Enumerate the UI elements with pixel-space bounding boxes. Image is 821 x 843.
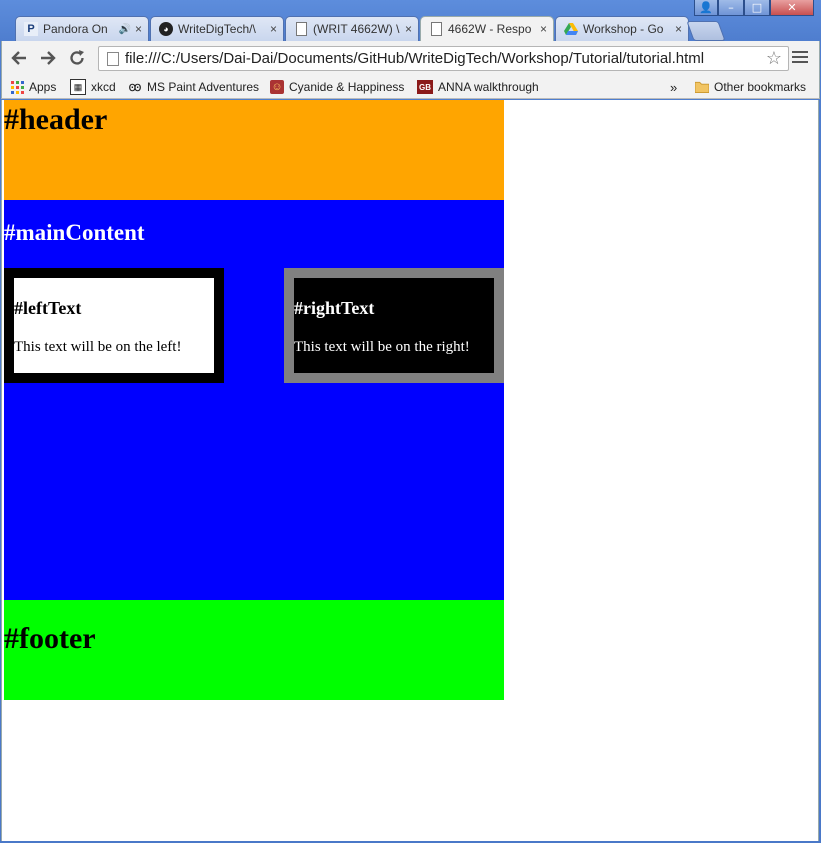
- other-bookmarks-folder[interactable]: Other bookmarks: [695, 78, 806, 96]
- maximize-button[interactable]: □: [744, 0, 770, 16]
- page-icon: [107, 51, 119, 66]
- bookmark-label: MS Paint Adventures: [147, 80, 260, 94]
- tab-workshop-drive[interactable]: Workshop - Go ×: [555, 16, 689, 41]
- tab-4662w-response[interactable]: 4662W - Respo ×: [420, 16, 554, 41]
- browser-window: 👤 – □ ✕ P Pandora On 🔊 × ◕ WriteDigTech/…: [0, 0, 821, 843]
- bookmark-xkcd[interactable]: ▦ xkcd: [70, 78, 116, 96]
- left-text-heading: #leftText: [14, 298, 82, 318]
- address-bar[interactable]: file:///C:/Users/Dai-Dai/Documents/GitHu…: [98, 46, 789, 71]
- forward-button[interactable]: [37, 47, 59, 69]
- footer-heading: #footer: [4, 622, 96, 655]
- bookmark-label: ANNA walkthrough: [438, 80, 539, 94]
- tab-close-icon[interactable]: ×: [135, 22, 142, 36]
- header-section: #header: [4, 100, 504, 200]
- close-window-button[interactable]: ✕: [770, 0, 814, 16]
- tab-label: WriteDigTech/\: [178, 22, 256, 36]
- forward-arrow-icon: [41, 51, 56, 65]
- reload-button[interactable]: [66, 47, 88, 69]
- anna-icon: GB: [417, 80, 433, 94]
- main-content-section: #mainContent #leftText This text will be…: [4, 200, 504, 600]
- right-text-paragraph: This text will be on the right!: [294, 339, 470, 355]
- bookmark-apps[interactable]: Apps: [10, 78, 56, 96]
- right-text-heading: #rightText: [294, 298, 375, 318]
- bookmark-label: Apps: [29, 80, 57, 94]
- left-text-box: #leftText This text will be on the left!: [4, 268, 224, 383]
- minimize-button[interactable]: –: [718, 0, 744, 16]
- user-profile-icon[interactable]: 👤: [694, 0, 718, 16]
- page-viewport: #header #mainContent #leftText This text…: [1, 100, 819, 841]
- left-text-paragraph: This text will be on the left!: [14, 339, 182, 355]
- folder-icon: [695, 80, 709, 94]
- page-icon: [294, 22, 308, 36]
- bookmark-cyanide-happiness[interactable]: ☺ Cyanide & Happiness: [270, 78, 404, 96]
- back-button[interactable]: [8, 47, 30, 69]
- new-tab-button[interactable]: [686, 21, 726, 41]
- window-controls: 👤 – □ ✕: [694, 0, 814, 17]
- right-text-box: #rightText This text will be on the righ…: [284, 268, 504, 383]
- tab-close-icon[interactable]: ×: [270, 22, 277, 36]
- tab-label: 4662W - Respo: [448, 22, 532, 36]
- main-content-heading: #mainContent: [4, 220, 145, 245]
- pandora-icon: P: [24, 22, 38, 36]
- toolbar: file:///C:/Users/Dai-Dai/Documents/GitHu…: [1, 41, 820, 75]
- tab-pandora[interactable]: P Pandora On 🔊 ×: [15, 16, 149, 41]
- bookmarks-overflow-button[interactable]: »: [670, 78, 677, 96]
- back-arrow-icon: [11, 51, 26, 65]
- bookmark-label: xkcd: [91, 80, 116, 94]
- xkcd-icon: ▦: [70, 79, 86, 95]
- bookmark-anna-walkthrough[interactable]: GB ANNA walkthrough: [417, 78, 539, 96]
- bookmark-ms-paint-adventures[interactable]: ꙭ MS Paint Adventures: [128, 78, 259, 96]
- tab-label: Workshop - Go: [583, 22, 664, 36]
- bookmark-label: Cyanide & Happiness: [289, 80, 405, 94]
- github-icon: ◕: [159, 22, 173, 36]
- menu-icon[interactable]: [792, 49, 808, 65]
- bookmark-label: Other bookmarks: [714, 80, 807, 94]
- tab-writ-4662w[interactable]: (WRIT 4662W) \ ×: [285, 16, 419, 41]
- bookmark-star-icon[interactable]: ☆: [766, 48, 782, 69]
- tab-close-icon[interactable]: ×: [540, 22, 547, 36]
- google-drive-icon: [564, 22, 578, 36]
- bookmarks-bar: Apps ▦ xkcd ꙭ MS Paint Adventures ☺ Cyan…: [1, 75, 820, 99]
- url-text[interactable]: file:///C:/Users/Dai-Dai/Documents/GitHu…: [125, 50, 766, 67]
- tab-label: (WRIT 4662W) \: [313, 22, 400, 36]
- tab-strip: P Pandora On 🔊 × ◕ WriteDigTech/\ × (WRI…: [0, 16, 821, 41]
- tab-label: Pandora On: [43, 22, 108, 36]
- apps-icon: [10, 80, 24, 94]
- tab-close-icon[interactable]: ×: [405, 22, 412, 36]
- tab-close-icon[interactable]: ×: [675, 22, 682, 36]
- audio-icon: 🔊: [118, 23, 131, 35]
- page-icon: [429, 22, 443, 36]
- cyanide-icon: ☺: [270, 80, 284, 94]
- reload-icon: [70, 50, 84, 65]
- mspa-icon: ꙭ: [128, 79, 142, 94]
- header-heading: #header: [4, 103, 108, 136]
- footer-section: #footer: [4, 600, 504, 700]
- tab-writedigtech[interactable]: ◕ WriteDigTech/\ ×: [150, 16, 284, 41]
